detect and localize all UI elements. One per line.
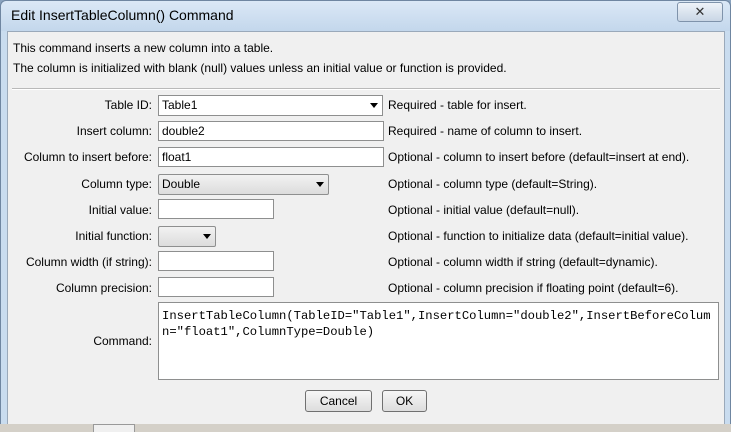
column-type-hint: Optional - column type (default=String). — [388, 177, 598, 191]
initial-function-hint: Optional - function to initialize data (… — [388, 229, 689, 243]
column-width-input[interactable] — [158, 251, 274, 271]
insert-column-label: Insert column: — [76, 124, 152, 138]
initial-value-label: Initial value: — [88, 203, 152, 217]
initial-value-hint: Optional - initial value (default=null). — [388, 203, 580, 217]
column-precision-input[interactable] — [158, 277, 274, 297]
cancel-button[interactable]: Cancel — [305, 390, 372, 412]
separator — [12, 88, 720, 90]
close-icon: ✕ — [694, 4, 706, 19]
background-tab — [93, 424, 135, 432]
table-id-hint: Required - table for insert. — [388, 98, 527, 112]
description-line-2: The column is initialized with blank (nu… — [13, 61, 507, 75]
dialog-window: Edit InsertTableColumn() Command ✕ This … — [0, 0, 731, 432]
command-textarea[interactable]: InsertTableColumn(TableID="Table1",Inser… — [158, 302, 719, 380]
dialog-body: This command inserts a new column into a… — [7, 31, 725, 427]
chevron-down-icon — [203, 234, 211, 239]
column-precision-label: Column precision: — [55, 281, 152, 295]
window-title: Edit InsertTableColumn() Command — [11, 7, 234, 23]
column-precision-hint: Optional - column precision if floating … — [388, 281, 679, 295]
title-bar: Edit InsertTableColumn() Command ✕ — [1, 1, 730, 31]
chevron-down-icon — [316, 182, 324, 187]
column-type-label: Column type: — [81, 177, 152, 191]
table-id-value: Table1 — [162, 98, 198, 112]
command-label: Command: — [93, 334, 152, 348]
close-button[interactable]: ✕ — [677, 2, 723, 22]
initial-value-input[interactable] — [158, 199, 274, 219]
insert-column-input[interactable]: double2 — [158, 121, 384, 141]
column-type-select[interactable]: Double — [158, 174, 329, 195]
insert-before-hint: Optional - column to insert before (defa… — [388, 150, 690, 164]
insert-before-input[interactable]: float1 — [158, 147, 384, 167]
column-width-label: Column width (if string): — [25, 255, 152, 269]
insert-before-label: Column to insert before: — [23, 150, 152, 164]
table-id-select[interactable]: Table1 — [158, 95, 383, 116]
initial-function-select[interactable] — [158, 226, 216, 247]
initial-function-label: Initial function: — [75, 229, 152, 243]
column-width-hint: Optional - column width if string (defau… — [388, 255, 658, 269]
chevron-down-icon — [370, 103, 378, 108]
table-id-label: Table ID: — [104, 98, 152, 112]
description-line-1: This command inserts a new column into a… — [13, 41, 274, 55]
column-type-value: Double — [162, 177, 201, 191]
insert-column-hint: Required - name of column to insert. — [388, 124, 583, 138]
ok-button[interactable]: OK — [382, 390, 427, 412]
